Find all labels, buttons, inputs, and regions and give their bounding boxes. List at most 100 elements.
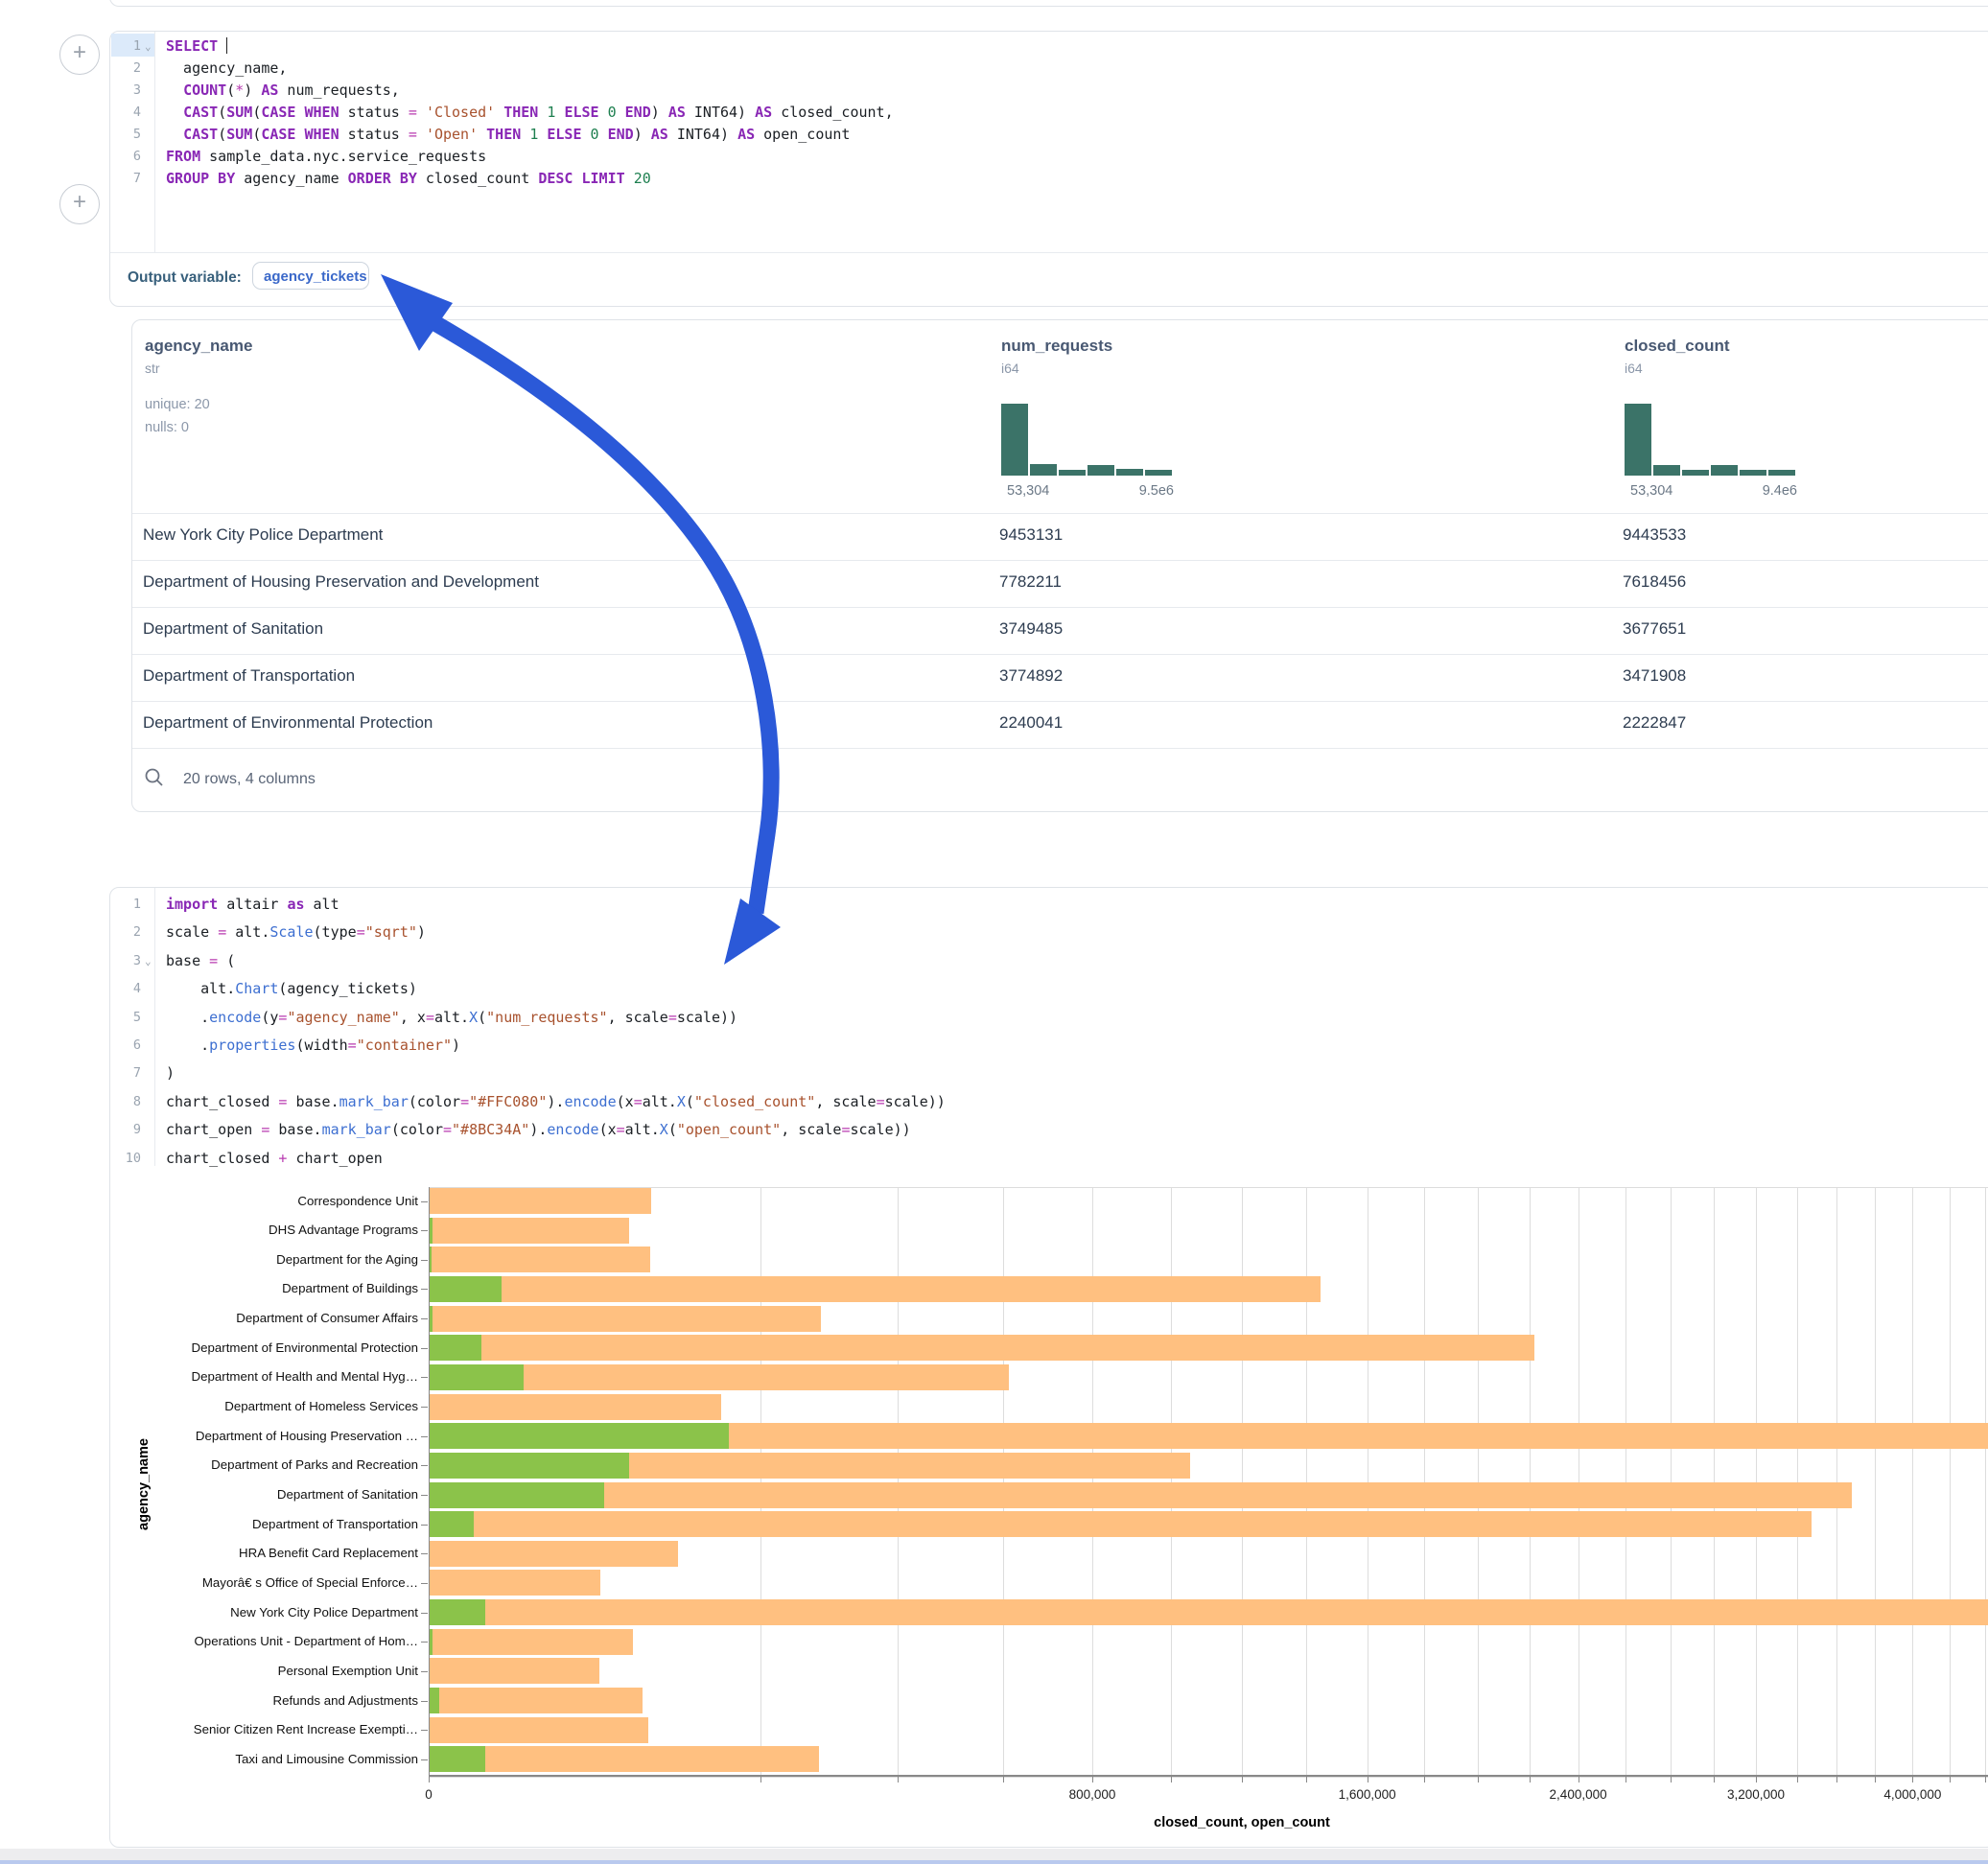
code-text: import altair as alt [166, 891, 339, 919]
code-text: base = ( [166, 947, 235, 975]
previous-cell-bottom-edge [109, 0, 1988, 7]
line-number: 5 [110, 1004, 141, 1032]
code-line[interactable]: 4 CAST(SUM(CASE WHEN status = 'Closed' T… [110, 102, 1988, 124]
table-cell: 9453131 [999, 525, 1063, 545]
code-text: .encode(y="agency_name", x=alt.X("num_re… [166, 1004, 737, 1032]
histogram-bar [1653, 465, 1680, 476]
code-text: chart_closed + chart_open [166, 1145, 383, 1173]
line-number: 7 [110, 1060, 141, 1087]
line-number: 6 [110, 146, 141, 168]
python-cell-card: 1 import altair as alt 2 scale = alt.Scale(… [109, 887, 1988, 1848]
line-number: 7 [110, 168, 141, 190]
code-line[interactable]: 9chart_open = base.mark_bar(color="#8BC3… [110, 1116, 1988, 1144]
histogram-bar [1625, 404, 1651, 476]
code-line[interactable]: 8 chart_closed = base.mark_bar(color="#FF… [110, 1088, 1988, 1116]
table-cell: 3774892 [999, 666, 1063, 686]
line-number: 2 [110, 919, 141, 946]
code-text: chart_closed = base.mark_bar(color="#FFC… [166, 1088, 946, 1116]
code-line[interactable]: 7) [110, 1060, 1988, 1087]
line-number: 10 [110, 1145, 141, 1173]
table-footer: 20 rows, 4 columns [132, 748, 1988, 810]
table-cell: 3677651 [1623, 619, 1686, 639]
code-line[interactable]: 10 chart_closed + chart_open [110, 1145, 1988, 1173]
plus-icon: + [73, 189, 86, 215]
code-line[interactable]: 3 COUNT(*) AS num_requests, [110, 80, 1988, 102]
table-cell: 3749485 [999, 619, 1063, 639]
line-number: 4 [110, 975, 141, 1003]
code-text: chart_open = base.mark_bar(color="#8BC34… [166, 1116, 911, 1144]
histogram-bar [1116, 469, 1143, 476]
line-number: 5 [110, 124, 141, 146]
table-row[interactable]: Department of Housing Preservation and D… [132, 560, 1988, 607]
table-cell: 3471908 [1623, 666, 1686, 686]
table-cell: Department of Environmental Protection [143, 713, 433, 733]
search-icon[interactable] [144, 767, 165, 788]
table-cell: New York City Police Department [143, 525, 383, 545]
code-line[interactable]: 6 FROM sample_data.nyc.service_requests [110, 146, 1988, 168]
next-cell-edge [0, 1860, 1988, 1864]
code-text: scale = alt.Scale(type="sqrt") [166, 919, 426, 946]
notebook-page: + + 1⌄SELECT 2 agency_name,3 COUNT(*) AS… [0, 0, 1988, 1864]
add-cell-button-top[interactable]: + [59, 35, 100, 75]
code-line[interactable]: 5 .encode(y="agency_name", x=alt.X("num_… [110, 1004, 1988, 1032]
table-row[interactable]: Department of Sanitation 3749485 3677651 [132, 607, 1988, 654]
column-meta: nulls: 0 [145, 420, 189, 435]
table-cell: Department of Sanitation [143, 619, 323, 639]
table-cell: 2222847 [1623, 713, 1686, 733]
code-line[interactable]: 1 import altair as alt [110, 891, 1988, 919]
code-text: CAST(SUM(CASE WHEN status = 'Closed' THE… [166, 102, 894, 124]
table-row[interactable]: Department of Environmental Protection 22… [132, 701, 1988, 748]
table-cell: 7618456 [1623, 572, 1686, 592]
histogram-max-label: 9.5e6 [1001, 483, 1174, 499]
line-number: 1 [110, 35, 141, 58]
code-text: FROM sample_data.nyc.service_requests [166, 146, 486, 168]
python-code-editor[interactable]: 1 import altair as alt 2 scale = alt.Scale(… [110, 888, 1988, 1166]
column-header-closed_count[interactable]: closed_count [1625, 337, 1730, 356]
column-header-num_requests[interactable]: num_requests [1001, 337, 1112, 356]
histogram-max-label: 9.4e6 [1625, 483, 1797, 499]
histogram-bar [1059, 470, 1086, 476]
table-row[interactable]: Department of Transportation 3774892 34719… [132, 654, 1988, 701]
line-number: 3 [110, 947, 141, 975]
chevron-down-icon[interactable]: ⌄ [145, 947, 152, 975]
code-text: CAST(SUM(CASE WHEN status = 'Open' THEN … [166, 124, 850, 146]
histogram-bar [1001, 404, 1028, 476]
output-variable-pill[interactable]: agency_tickets [252, 262, 369, 290]
table-cell: Department of Transportation [143, 666, 355, 686]
result-table-card: agency_namestr unique: 20 nulls: 0 num_requ… [131, 319, 1988, 812]
histogram-bar [1740, 470, 1766, 476]
code-text: .properties(width="container") [166, 1032, 460, 1060]
code-line[interactable]: 6 .properties(width="container") [110, 1032, 1988, 1060]
code-line[interactable]: 2 agency_name, [110, 58, 1988, 80]
table-footer-text: 20 rows, 4 columns [183, 771, 316, 788]
add-cell-button-middle[interactable]: + [59, 184, 100, 224]
chevron-down-icon[interactable]: ⌄ [145, 35, 152, 58]
line-number: 1 [110, 891, 141, 919]
histogram-bar [1682, 470, 1709, 476]
code-line[interactable]: 2 scale = alt.Scale(type="sqrt") [110, 919, 1988, 946]
histogram-bar [1088, 465, 1114, 476]
column-type: i64 [1625, 361, 1643, 376]
table-row[interactable]: New York City Police Department945313194… [132, 513, 1988, 560]
sql-cell-card: 1⌄ SELECT 2 agency_name,3 COUNT(*) AS num… [109, 31, 1988, 307]
line-number: 2 [110, 58, 141, 80]
code-line[interactable]: 5 CAST(SUM(CASE WHEN status = 'Open' THE… [110, 124, 1988, 146]
line-number: 8 [110, 1088, 141, 1116]
code-line[interactable]: 7GROUP BY agency_name ORDER BY closed_co… [110, 168, 1988, 190]
line-number: 4 [110, 102, 141, 124]
code-line[interactable]: 1⌄ SELECT [110, 35, 1988, 58]
table-cell: 2240041 [999, 713, 1063, 733]
histogram-bar [1145, 470, 1172, 476]
code-line[interactable]: 3⌄ base = ( [110, 947, 1988, 975]
column-meta: unique: 20 [145, 397, 210, 412]
code-text: SELECT [166, 35, 227, 58]
line-number: 6 [110, 1032, 141, 1060]
sql-code-editor[interactable]: 1⌄ SELECT 2 agency_name,3 COUNT(*) AS num… [110, 32, 1988, 252]
line-number: 3 [110, 80, 141, 102]
code-line[interactable]: 4 alt.Chart(agency_tickets) [110, 975, 1988, 1003]
code-text: agency_name, [166, 58, 287, 80]
column-header-agency_name[interactable]: agency_name [145, 337, 252, 356]
column-type: str [145, 361, 160, 376]
output-variable-label: Output variable: [128, 269, 242, 287]
table-cell: Department of Housing Preservation and D… [143, 572, 539, 592]
